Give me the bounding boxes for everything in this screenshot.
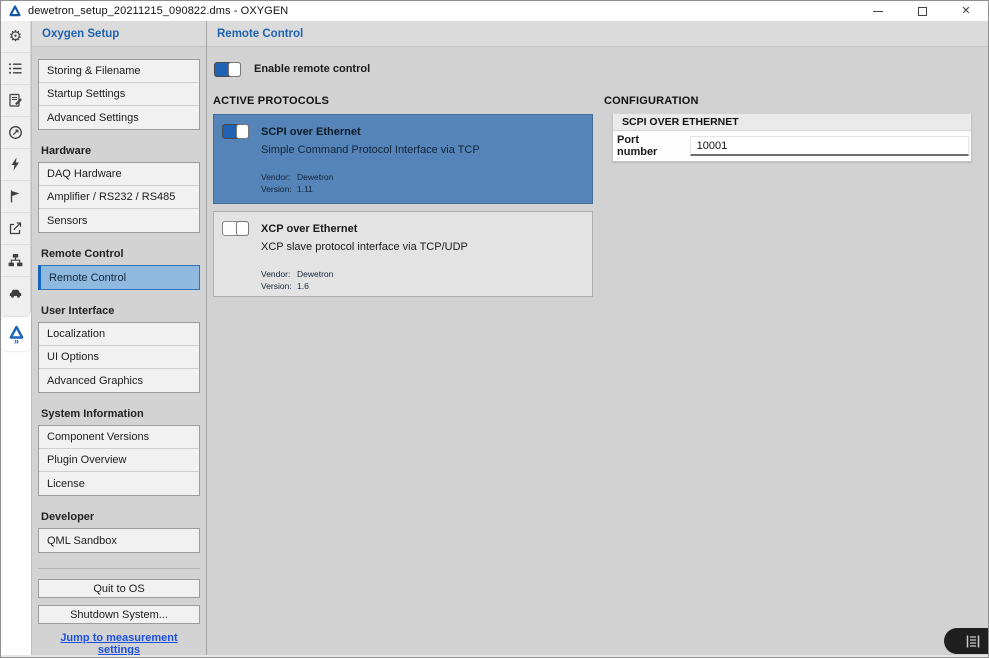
- titlebar: dewetron_setup_20211215_090822.dms - OXY…: [1, 1, 988, 21]
- chevrons-icon: »: [14, 339, 18, 343]
- vendor-label: Vendor:: [261, 172, 297, 182]
- sidebar-tab-events[interactable]: [1, 181, 30, 213]
- port-number-label: Port number: [617, 134, 678, 158]
- close-button[interactable]: ✕: [944, 1, 988, 21]
- vendor-value: Dewetron: [297, 269, 333, 279]
- close-icon: ✕: [961, 6, 970, 17]
- gear-icon: ⚙: [9, 29, 22, 44]
- setup-item-storing-filename[interactable]: Storing & Filename: [39, 60, 199, 83]
- setup-item-localization[interactable]: Localization: [39, 323, 199, 346]
- protocol-card-scpi[interactable]: SCPI over Ethernet Simple Command Protoc…: [213, 114, 593, 204]
- group-label-remote-control: Remote Control: [41, 248, 197, 260]
- maximize-icon: [918, 7, 927, 16]
- car-icon: [7, 285, 24, 302]
- setup-group-system-information: Component Versions Plugin Overview Licen…: [38, 425, 200, 496]
- setup-item-sensors[interactable]: Sensors: [39, 209, 199, 232]
- toggle-knob: [228, 62, 241, 77]
- protocol-name: XCP over Ethernet: [261, 223, 357, 235]
- toggle-knob: [236, 221, 249, 236]
- setup-item-plugin-overview[interactable]: Plugin Overview: [39, 449, 199, 472]
- version-label: Version:: [261, 184, 297, 194]
- setup-item-amplifier[interactable]: Amplifier / RS232 / RS485: [39, 186, 199, 209]
- group-label-hardware: Hardware: [41, 145, 197, 157]
- active-protocols-header: ACTIVE PROTOCOLS: [213, 95, 593, 107]
- setup-item-advanced-settings[interactable]: Advanced Settings: [39, 106, 199, 129]
- setup-item-remote-control[interactable]: Remote Control: [38, 265, 200, 290]
- event-list-icon: [965, 635, 981, 648]
- jump-to-measurement-settings-link[interactable]: Jump to measurement settings: [38, 632, 200, 655]
- sidebar-tab-channel-list[interactable]: [1, 53, 30, 85]
- scpi-configuration-panel: SCPI OVER ETHERNET Port number: [612, 114, 972, 162]
- vendor-value: Dewetron: [297, 172, 333, 182]
- app-window: dewetron_setup_20211215_090822.dms - OXY…: [0, 0, 989, 658]
- group-label-system-information: System Information: [41, 408, 197, 420]
- toggle-knob: [236, 124, 249, 139]
- export-icon: [7, 220, 24, 237]
- lightning-icon: [7, 156, 24, 173]
- oxygen-setup-panel: Oxygen Setup Storing & Filename Startup …: [31, 21, 207, 655]
- configuration-header: CONFIGURATION: [604, 95, 976, 107]
- setup-item-license[interactable]: License: [39, 472, 199, 495]
- setup-item-startup-settings[interactable]: Startup Settings: [39, 83, 199, 106]
- sidebar-tab-export[interactable]: [1, 213, 30, 245]
- port-number-input[interactable]: [690, 136, 969, 156]
- scpi-enable-toggle[interactable]: [222, 124, 249, 139]
- setup-group-hardware: DAQ Hardware Amplifier / RS232 / RS485 S…: [38, 162, 200, 233]
- sidebar-tab-settings[interactable]: ⚙: [1, 21, 30, 53]
- setup-group-user-interface: Localization UI Options Advanced Graphic…: [38, 322, 200, 393]
- setup-group-general: Storing & Filename Startup Settings Adva…: [38, 59, 200, 130]
- sidebar-tab-system-settings[interactable]: »: [1, 317, 31, 351]
- setup-item-advanced-graphics[interactable]: Advanced Graphics: [39, 369, 199, 392]
- setup-group-developer: QML Sandbox: [38, 528, 200, 553]
- event-list-button[interactable]: [944, 628, 988, 654]
- enable-remote-control-label: Enable remote control: [254, 63, 370, 75]
- group-label-developer: Developer: [41, 511, 197, 523]
- sidebar-tab-network[interactable]: [1, 245, 30, 277]
- shutdown-system-button[interactable]: Shutdown System...: [38, 605, 200, 624]
- sidebar-tab-instruments[interactable]: [1, 117, 30, 149]
- maximize-button[interactable]: [900, 1, 944, 21]
- quit-to-os-button[interactable]: Quit to OS: [38, 579, 200, 598]
- page-title: Remote Control: [207, 21, 988, 47]
- minimize-button[interactable]: [856, 1, 900, 21]
- setup-panel-title: Oxygen Setup: [32, 21, 206, 47]
- protocol-description: XCP slave protocol interface via TCP/UDP: [261, 241, 584, 253]
- divider: [38, 568, 200, 569]
- channel-list-icon: [7, 60, 24, 77]
- scpi-section-title: SCPI OVER ETHERNET: [613, 114, 971, 131]
- protocol-description: Simple Command Protocol Interface via TC…: [261, 144, 584, 156]
- sidebar-tab-power[interactable]: [1, 149, 30, 181]
- protocol-name: SCPI over Ethernet: [261, 126, 361, 138]
- document-edit-icon: [7, 92, 24, 109]
- group-label-user-interface: User Interface: [41, 305, 197, 317]
- version-value: 1.11: [297, 184, 313, 194]
- setup-item-ui-options[interactable]: UI Options: [39, 346, 199, 369]
- setup-group-remote-control: Remote Control: [38, 265, 200, 290]
- dewetron-logo-icon: [8, 4, 22, 18]
- gauge-icon: [7, 124, 24, 141]
- version-label: Version:: [261, 281, 297, 291]
- sidebar-tabstrip: ⚙: [1, 21, 31, 655]
- flag-icon: [7, 188, 24, 205]
- protocol-card-xcp[interactable]: XCP over Ethernet XCP slave protocol int…: [213, 211, 593, 297]
- remote-control-page: Remote Control Enable remote control ACT…: [207, 21, 988, 655]
- sidebar-tab-vehicle[interactable]: [1, 277, 30, 309]
- sidebar-tabs-container: ⚙: [1, 21, 31, 317]
- minimize-icon: [873, 11, 883, 12]
- enable-remote-control-toggle[interactable]: [214, 62, 241, 77]
- network-icon: [7, 252, 24, 269]
- vendor-label: Vendor:: [261, 269, 297, 279]
- xcp-enable-toggle[interactable]: [222, 221, 249, 236]
- setup-item-qml-sandbox[interactable]: QML Sandbox: [39, 529, 199, 552]
- version-value: 1.6: [297, 281, 309, 291]
- setup-item-daq-hardware[interactable]: DAQ Hardware: [39, 163, 199, 186]
- sidebar-tab-reporting[interactable]: [1, 85, 30, 117]
- setup-item-component-versions[interactable]: Component Versions: [39, 426, 199, 449]
- window-title: dewetron_setup_20211215_090822.dms - OXY…: [28, 5, 288, 17]
